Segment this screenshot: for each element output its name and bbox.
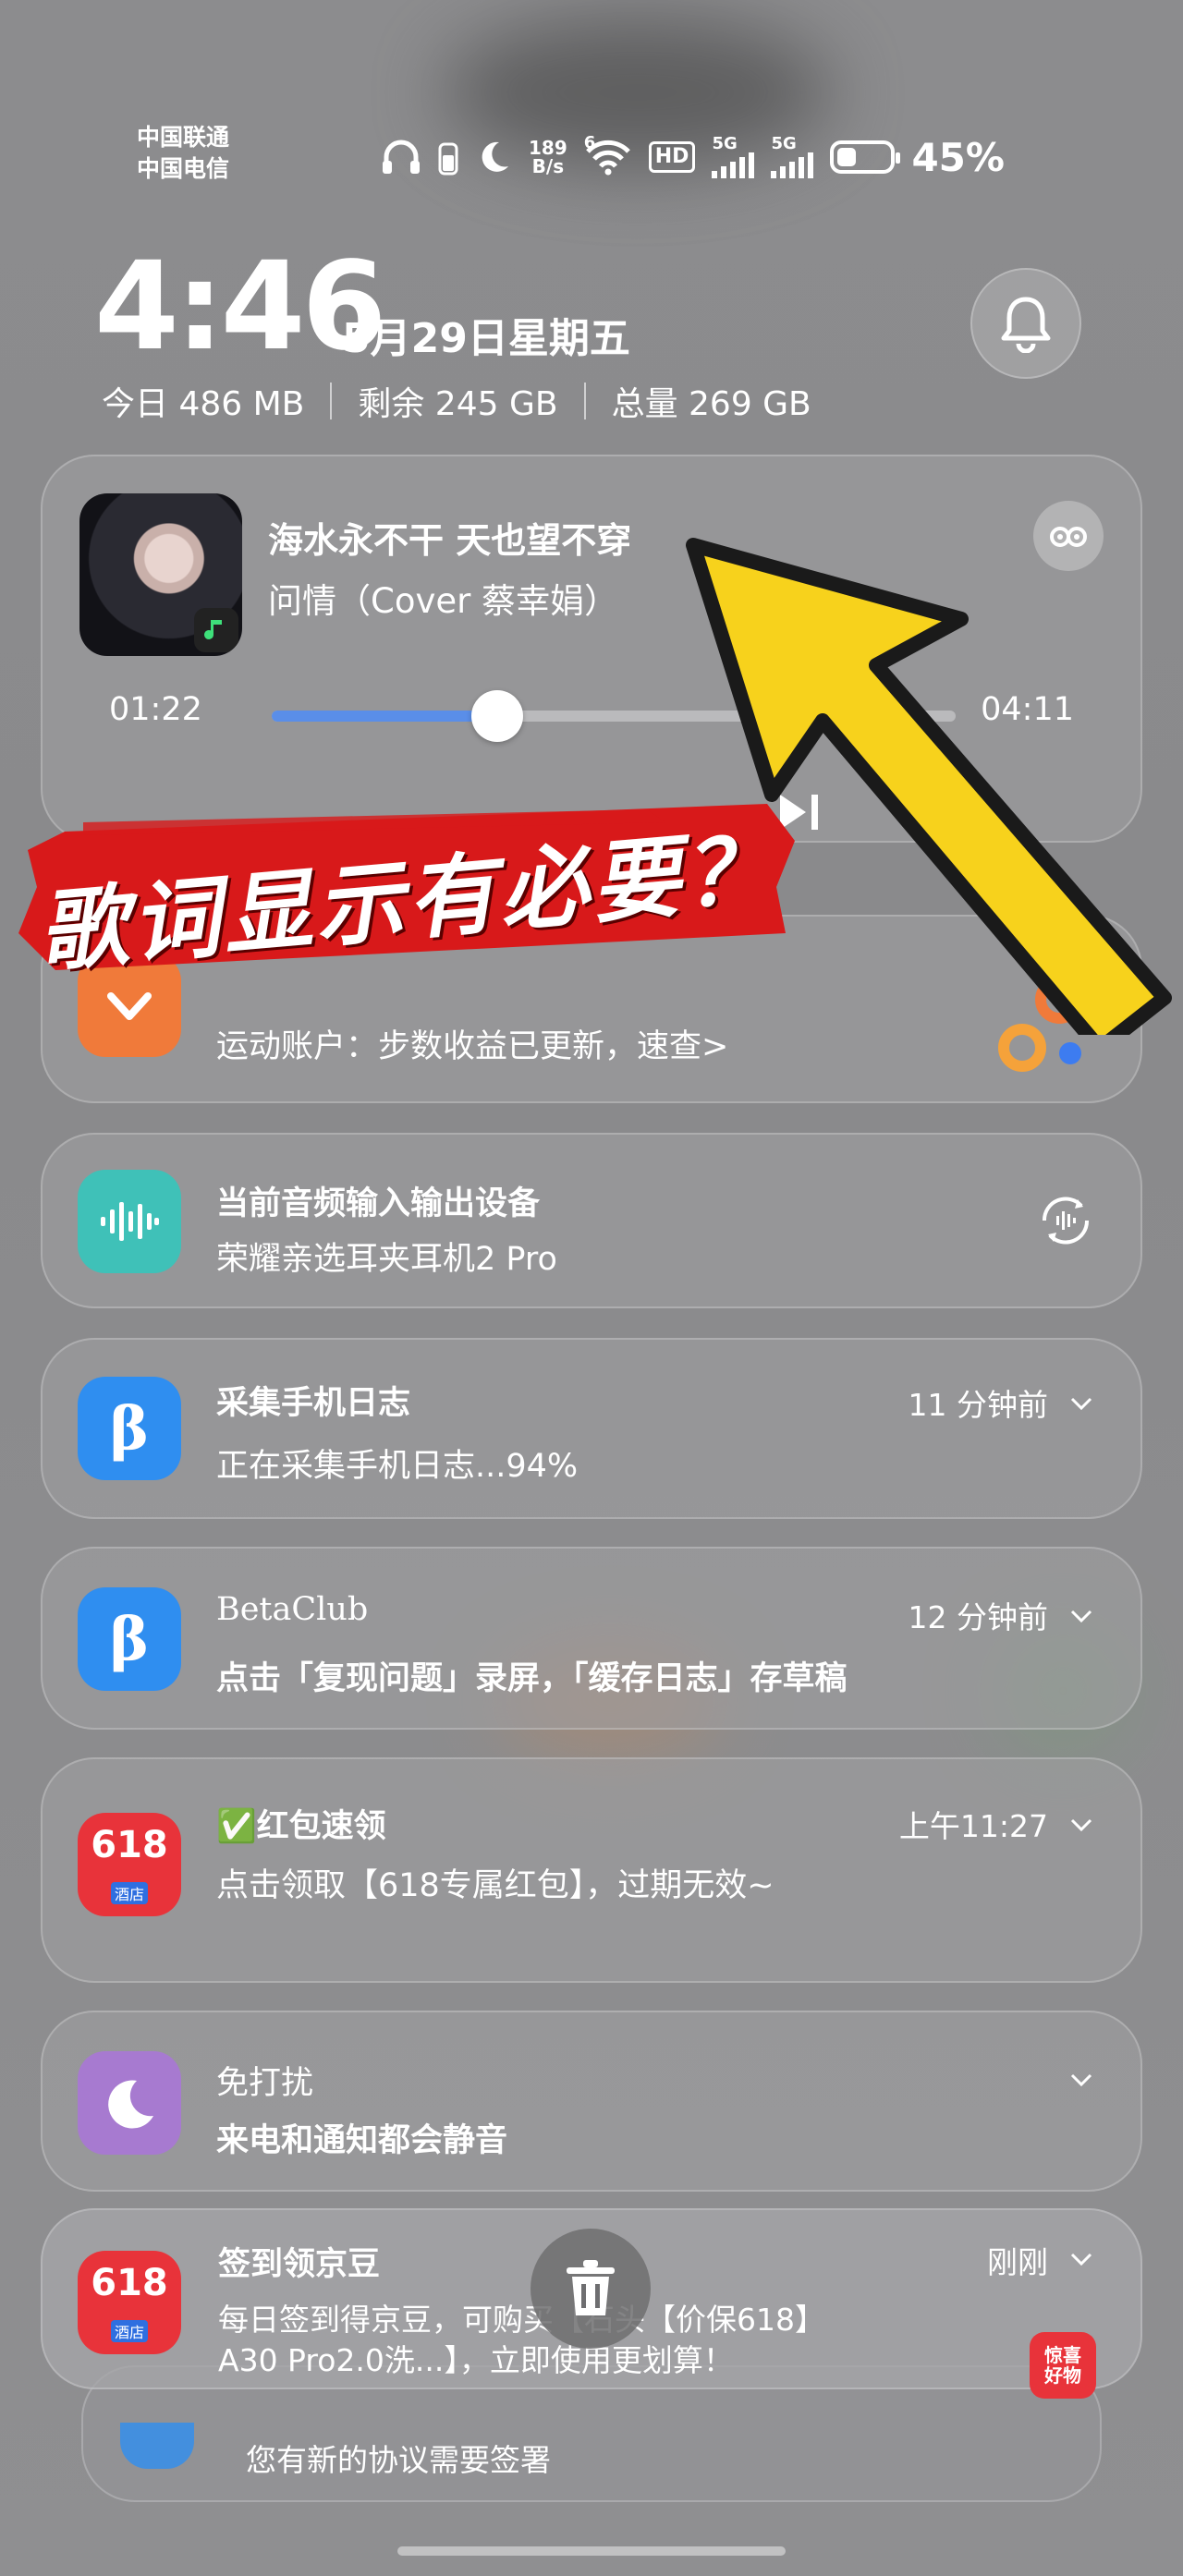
notification-card-red-packet[interactable]: 618 酒店 ✅红包速领 点击领取【618专属红包】，过期无效~ 上午11:27 xyxy=(41,1757,1142,1983)
chevron-down-icon[interactable] xyxy=(1070,2253,1092,2266)
song-title: 海水永不干 天也望不穿 xyxy=(268,520,632,561)
hd-label: HD xyxy=(648,141,696,173)
music-app-icon xyxy=(194,608,238,652)
audio-switch-icon xyxy=(1042,1197,1090,1245)
beta-icon: β xyxy=(109,1604,150,1674)
headphones-icon xyxy=(381,139,421,176)
app-618-icon: 618 酒店 xyxy=(78,2251,181,2354)
notification-body: 正在采集手机日志...94% xyxy=(216,1448,579,1485)
status-icons: 189 B/s 6 HD 5G 5G 45% xyxy=(381,129,1005,185)
chevron-down-icon[interactable] xyxy=(1070,2073,1092,2086)
notification-time: 刚刚 xyxy=(987,2244,1048,2280)
notification-body: 点击「复现问题」录屏，「缓存日志」存草稿 xyxy=(216,1660,848,1697)
notification-title: 免打扰 xyxy=(216,2065,314,2102)
net-speed: 189 B/s xyxy=(529,139,567,176)
battery-fill xyxy=(837,148,857,166)
sim2-label: 5G xyxy=(771,134,797,153)
storage-today: 今日 486 MB xyxy=(102,385,305,423)
notification-card-betaclub[interactable]: β BetaClub 点击「复现问题」录屏，「缓存日志」存草稿 12 分钟前 xyxy=(41,1547,1142,1730)
notification-time: 11 分钟前 xyxy=(908,1387,1048,1423)
wifi-icon: 6 xyxy=(584,133,632,176)
notification-time: 上午11:27 xyxy=(898,1808,1048,1844)
carrier-1: 中国联通 xyxy=(137,124,230,151)
home-indicator[interactable] xyxy=(397,2546,786,2556)
bell-icon xyxy=(1001,297,1051,353)
app-618-sublabel: 酒店 xyxy=(110,1882,148,1904)
moon-icon xyxy=(475,139,512,176)
elapsed-time: 01:22 xyxy=(109,691,202,728)
notification-title: ✅红包速领 xyxy=(216,1808,386,1845)
beta-app-icon xyxy=(120,2423,194,2469)
divider xyxy=(583,383,586,419)
app-618-label: 618 xyxy=(91,1824,168,1866)
notification-card-dnd[interactable]: 免打扰 来电和通知都会静音 xyxy=(41,2011,1142,2192)
notification-body-line1: 每日签到得京豆，可购买【石头【价保618】 xyxy=(218,2302,825,2338)
promo-badge-line1: 惊喜 xyxy=(1044,2344,1081,2366)
song-artist: 问情（Cover 蔡幸娟） xyxy=(268,581,619,621)
chevron-down-icon[interactable] xyxy=(1070,1610,1092,1622)
notification-body: 点击领取【618专属红包】，过期无效~ xyxy=(216,1867,774,1904)
carrier-2: 中国电信 xyxy=(137,155,230,182)
app-618-sublabel: 酒店 xyxy=(110,2320,148,2342)
notification-time: 12 分钟前 xyxy=(908,1599,1048,1635)
notification-title: 采集手机日志 xyxy=(216,1385,411,1422)
date-text: 5月29日星期五 xyxy=(342,315,630,362)
notification-card-audio-device[interactable]: 当前音频输入输出设备 荣耀亲选耳夹耳机2 Pro xyxy=(41,1133,1142,1308)
hd-icon: HD xyxy=(648,141,696,173)
app-618-icon: 618 酒店 xyxy=(78,1813,181,1916)
audio-app-icon xyxy=(78,1170,181,1273)
notification-settings-button[interactable] xyxy=(970,268,1081,379)
moon-icon xyxy=(108,2080,153,2129)
notification-title: 签到领京豆 xyxy=(218,2246,381,2283)
notification-body: 荣耀亲选耳夹耳机2 Pro xyxy=(216,1241,557,1278)
notification-body: 来电和通知都会静音 xyxy=(216,2122,508,2159)
notification-card-log[interactable]: β 采集手机日志 正在采集手机日志...94% 11 分钟前 xyxy=(41,1338,1142,1519)
beta-app-icon: β xyxy=(78,1587,181,1691)
notification-body: 您有新的协议需要签署 xyxy=(246,2442,551,2478)
app-618-label: 618 xyxy=(91,2262,168,2304)
wifi-label: 6 xyxy=(583,133,596,152)
chevron-down-icon[interactable] xyxy=(1070,1818,1092,1831)
beta-app-icon: β xyxy=(78,1377,181,1480)
chevron-down-icon[interactable] xyxy=(1070,1397,1092,1410)
battery-percent: 45% xyxy=(911,134,1005,180)
caption-banner: 歌词显示有必要？ xyxy=(0,776,813,998)
earbud-battery-icon xyxy=(438,139,458,176)
trash-icon xyxy=(567,2260,615,2315)
signal-sim1-icon: 5G xyxy=(712,134,755,178)
storage-free: 剩余 245 GB xyxy=(358,385,558,423)
beta-icon: β xyxy=(109,1393,150,1464)
signal-sim2-icon: 5G xyxy=(771,134,814,178)
promo-badge-line2: 好物 xyxy=(1044,2364,1081,2387)
net-speed-unit: B/s xyxy=(531,155,565,177)
dnd-app-icon xyxy=(78,2051,181,2155)
notification-title: 当前音频输入输出设备 xyxy=(216,1185,541,1222)
clear-all-button[interactable] xyxy=(531,2229,651,2349)
clock-time: 4:46 xyxy=(94,236,386,378)
audio-switch-button[interactable] xyxy=(1033,1188,1098,1257)
divider xyxy=(330,383,333,419)
sim1-label: 5G xyxy=(712,134,738,153)
carrier-info: 中国联通 中国电信 xyxy=(137,122,229,185)
notification-body-line2: A30 Pro2.0洗...】，立即使用更划算！ xyxy=(218,2342,734,2378)
battery-icon xyxy=(830,140,901,174)
album-art[interactable] xyxy=(79,493,242,656)
seek-bar-thumb[interactable] xyxy=(471,690,524,742)
promo-badge: 惊喜 好物 xyxy=(1030,2332,1096,2399)
seek-bar-fill xyxy=(272,711,498,722)
storage-summary: 今日 486 MB 剩余 245 GB 总量 269 GB xyxy=(102,377,811,425)
storage-total: 总量 269 GB xyxy=(611,385,811,423)
notification-title: BetaClub xyxy=(216,1591,369,1628)
